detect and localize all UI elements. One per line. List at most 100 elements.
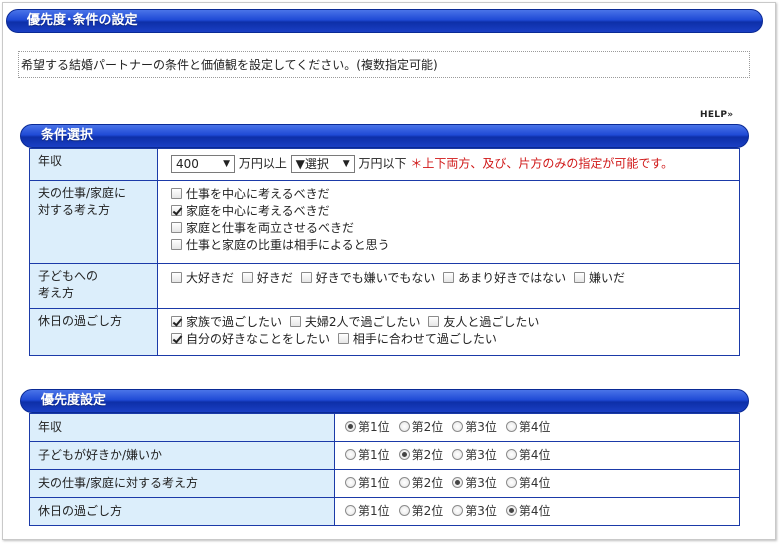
rank-label: 第4位: [518, 448, 551, 462]
priority-rank-option[interactable]: 第4位: [505, 419, 551, 436]
priority-rank-option[interactable]: 第2位: [398, 503, 444, 520]
checkbox[interactable]: [171, 239, 182, 250]
radio-button[interactable]: [398, 421, 410, 432]
holiday-options-line: 自分の好きなことをしたい 相手に合わせて過ごしたい: [171, 331, 726, 348]
rank-label: 第3位: [465, 476, 497, 490]
checkbox[interactable]: [171, 272, 182, 283]
income-max-select[interactable]: ▼選択 ▼: [290, 155, 355, 173]
priority-rank-option[interactable]: 第2位: [398, 447, 444, 464]
radio-button[interactable]: [345, 449, 356, 460]
husband-view-option[interactable]: 仕事と家庭の比重は相手によると思う: [171, 237, 726, 254]
children-view-option[interactable]: 好きでも嫌いでもない: [300, 270, 435, 287]
income-max-value: ▼選択: [295, 157, 329, 171]
radio-button[interactable]: [505, 505, 517, 516]
holiday-option[interactable]: 夫婦2人で過ごしたい: [289, 314, 420, 331]
children-view-option[interactable]: 嫌いだ: [574, 270, 625, 287]
option-label: 大好きだ: [186, 271, 235, 285]
priority-table: 年収 第1位 第2位 第3位 第4位 子どもが好きか/嫌いか 第1位 第2位 第3位 第4位 夫の仕…: [29, 413, 740, 526]
priority-rank-option[interactable]: 第2位: [398, 419, 443, 436]
radio-button[interactable]: [398, 505, 410, 516]
conditions-section-header: 条件選択: [20, 124, 749, 148]
page-header-bar: 優先度･条件の設定: [6, 9, 763, 33]
children-view-option[interactable]: 大好きだ: [171, 270, 234, 287]
income-value-cell: 400 ▼ 万円以上 ▼選択 ▼ 万円以下 ＊上下両方、及び、片方のみの指定が可…: [157, 148, 740, 181]
income-max-suffix: 万円以下: [358, 156, 407, 171]
holiday-label: 休日の過ごし方: [29, 308, 158, 356]
holiday-option[interactable]: 友人と過ごしたい: [428, 314, 539, 331]
priority-rank-option[interactable]: 第3位: [452, 475, 497, 492]
checkbox[interactable]: [171, 205, 182, 216]
income-label: 年収: [29, 148, 158, 181]
radio-button[interactable]: [505, 449, 517, 460]
radio-button[interactable]: [452, 477, 464, 488]
rank-label: 第2位: [411, 448, 444, 462]
table-row: 年収 400 ▼ 万円以上 ▼選択 ▼ 万円以下 ＊上下両方、及び、片方のみの指…: [29, 148, 740, 181]
checkbox[interactable]: [443, 272, 455, 283]
checkbox[interactable]: [171, 316, 182, 327]
radio-button[interactable]: [505, 421, 517, 432]
help-label: HELP: [700, 110, 728, 120]
income-min-select[interactable]: 400 ▼: [171, 155, 235, 173]
children-view-label: 子どもへの 考え方: [29, 263, 158, 309]
table-row: 夫の仕事/家庭に対する考え方 第1位 第2位 第3位 第4位: [29, 469, 740, 498]
option-label: 自分の好きなことをしたい: [186, 332, 331, 346]
checkbox[interactable]: [289, 316, 301, 327]
radio-button[interactable]: [452, 505, 464, 516]
priority-rank-option[interactable]: 第1位: [345, 419, 390, 436]
checkbox[interactable]: [300, 272, 312, 283]
checkbox[interactable]: [241, 272, 253, 283]
radio-button[interactable]: [505, 477, 517, 488]
option-label: 家庭と仕事を両立させるべきだ: [186, 221, 355, 235]
income-min-suffix: 万円以上: [238, 156, 287, 171]
priority-rank-option[interactable]: 第2位: [398, 475, 444, 492]
children-view-label-line1: 子どもへの: [38, 269, 99, 283]
checkbox[interactable]: [171, 188, 182, 199]
intro-text: 希望する結婚パートナーの条件と価値観を設定してください。(複数指定可能): [18, 51, 750, 78]
priority-rank-option[interactable]: 第4位: [505, 475, 551, 492]
husband-view-option[interactable]: 家庭と仕事を両立させるべきだ: [171, 220, 726, 237]
option-label: 嫌いだ: [589, 271, 626, 285]
checkbox[interactable]: [337, 333, 349, 344]
radio-button[interactable]: [345, 477, 356, 488]
rank-label: 第2位: [411, 504, 444, 518]
checkbox[interactable]: [574, 272, 586, 283]
radio-button[interactable]: [452, 449, 464, 460]
husband-view-option[interactable]: 仕事を中心に考えるべきだ: [171, 186, 726, 203]
radio-button[interactable]: [398, 477, 410, 488]
radio-button[interactable]: [398, 449, 410, 460]
priority-row-label: 子どもが好きか/嫌いか: [29, 441, 335, 470]
checkbox[interactable]: [428, 316, 440, 327]
priority-rank-option[interactable]: 第3位: [452, 419, 497, 436]
priority-rank-options: 第1位 第2位 第3位 第4位: [334, 469, 740, 498]
priority-section-title: 優先度設定: [41, 393, 107, 408]
priority-rank-option[interactable]: 第4位: [505, 447, 551, 464]
radio-button[interactable]: [345, 505, 356, 516]
priority-rank-option[interactable]: 第3位: [452, 447, 497, 464]
holiday-option[interactable]: 家族で過ごしたい: [171, 314, 282, 331]
children-view-options: 大好きだ 好きだ 好きでも嫌いでもない あまり好きではない 嫌いだ: [157, 263, 740, 309]
priority-rank-option[interactable]: 第3位: [452, 503, 497, 520]
radio-button[interactable]: [345, 421, 356, 432]
rank-label: 第2位: [411, 476, 444, 490]
income-min-value: 400: [176, 157, 199, 171]
table-row: 子どもが好きか/嫌いか 第1位 第2位 第3位 第4位: [29, 441, 740, 470]
husband-view-option[interactable]: 家庭を中心に考えるべきだ: [171, 203, 726, 220]
priority-rank-option[interactable]: 第1位: [345, 503, 390, 520]
checkbox[interactable]: [171, 222, 182, 233]
option-label: 家族で過ごしたい: [186, 315, 283, 329]
priority-rank-option[interactable]: 第1位: [345, 447, 390, 464]
children-view-option[interactable]: 好きだ: [241, 270, 293, 287]
option-label: 相手に合わせて過ごしたい: [352, 332, 497, 346]
children-view-option[interactable]: あまり好きではない: [443, 270, 566, 287]
holiday-options-line: 家族で過ごしたい 夫婦2人で過ごしたい 友人と過ごしたい: [171, 314, 726, 331]
priority-rank-option[interactable]: 第1位: [345, 475, 390, 492]
holiday-option[interactable]: 自分の好きなことをしたい: [171, 331, 330, 348]
priority-rank-option[interactable]: 第4位: [505, 503, 551, 520]
husband-view-options: 仕事を中心に考えるべきだ 家庭を中心に考えるべきだ 家庭と仕事を両立させるべきだ…: [157, 180, 740, 264]
rank-label: 第4位: [518, 420, 551, 434]
option-label: あまり好きではない: [458, 271, 567, 285]
radio-button[interactable]: [452, 421, 464, 432]
checkbox[interactable]: [171, 333, 182, 344]
holiday-option[interactable]: 相手に合わせて過ごしたい: [337, 331, 497, 348]
help-link[interactable]: HELP»: [700, 110, 733, 120]
